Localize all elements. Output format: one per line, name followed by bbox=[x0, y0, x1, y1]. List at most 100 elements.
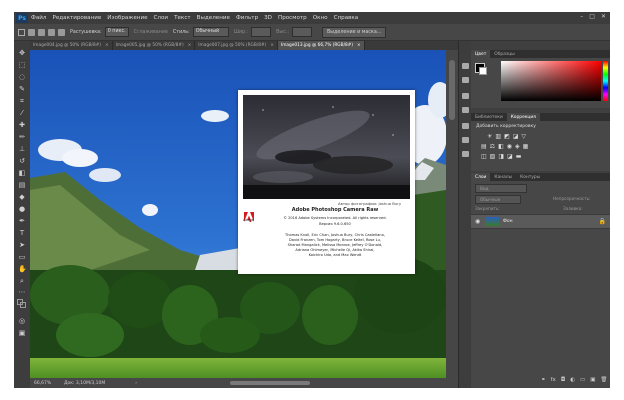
menu-help[interactable]: Справка bbox=[334, 15, 359, 21]
lasso-icon[interactable]: ◌ bbox=[18, 73, 26, 81]
feather-input[interactable]: 0 пикс. bbox=[104, 27, 129, 37]
hue-saturation-icon[interactable]: ▤ bbox=[481, 143, 487, 150]
tab-libraries[interactable]: Библиотеки bbox=[471, 113, 507, 122]
layer-style-icon[interactable]: fx bbox=[551, 377, 556, 383]
character-panel-icon[interactable] bbox=[462, 123, 469, 129]
blur-icon[interactable]: ◆ bbox=[18, 193, 26, 201]
horizontal-scrollbar[interactable] bbox=[230, 381, 310, 385]
intersect-selection-icon[interactable] bbox=[58, 28, 65, 36]
actions-panel-icon[interactable] bbox=[462, 151, 469, 157]
menu-type[interactable]: Текст bbox=[174, 15, 191, 21]
tab-layers[interactable]: Слои bbox=[471, 172, 491, 182]
tab-paths[interactable]: Контуры bbox=[516, 173, 544, 182]
vertical-scrollbar[interactable] bbox=[446, 50, 458, 378]
close-tab-icon[interactable]: × bbox=[188, 43, 192, 48]
layer-filter-kind[interactable]: Вид bbox=[475, 184, 527, 193]
paragraph-panel-icon[interactable] bbox=[462, 137, 469, 143]
camera-raw-about-dialog[interactable]: Автор фотографии: Joshua Bury Adobe Adob… bbox=[238, 90, 415, 274]
tab-channels[interactable]: Каналы bbox=[490, 173, 516, 182]
status-menu-icon[interactable]: › bbox=[135, 381, 137, 386]
hand-icon[interactable]: ✋ bbox=[18, 265, 27, 273]
healing-brush-icon[interactable]: ✚ bbox=[18, 121, 26, 129]
antialias-checkbox[interactable]: Сглаживание bbox=[134, 30, 168, 35]
new-group-icon[interactable]: ▭ bbox=[580, 377, 585, 383]
screen-mode-icon[interactable]: ▣ bbox=[18, 329, 26, 337]
dodge-icon[interactable]: ● bbox=[18, 205, 26, 213]
levels-icon[interactable]: ▥ bbox=[495, 133, 501, 140]
maximize-button[interactable]: □ bbox=[589, 13, 595, 20]
menu-layers[interactable]: Слои bbox=[154, 15, 169, 21]
curves-icon[interactable]: ◩ bbox=[504, 133, 510, 140]
path-select-icon[interactable]: ➤ bbox=[18, 241, 26, 249]
clone-stamp-icon[interactable]: ⊥ bbox=[18, 145, 26, 153]
quick-select-icon[interactable]: ✎ bbox=[18, 85, 26, 93]
posterize-icon[interactable]: ▧ bbox=[490, 153, 496, 160]
tab-image005[interactable]: Image005.jpg @ 50% (RGB/8#) × bbox=[113, 41, 196, 50]
vibrance-icon[interactable]: ▽ bbox=[521, 133, 526, 140]
add-mask-icon[interactable]: ◘ bbox=[561, 377, 565, 383]
marquee-tool-icon[interactable] bbox=[18, 28, 25, 36]
new-layer-icon[interactable]: ▣ bbox=[590, 377, 595, 383]
menu-image[interactable]: Изображение bbox=[107, 15, 147, 21]
type-icon[interactable]: T bbox=[18, 229, 26, 237]
scroll-thumb[interactable] bbox=[449, 60, 455, 120]
eyedropper-icon[interactable]: ⁄ bbox=[18, 109, 26, 117]
close-tab-icon[interactable]: × bbox=[357, 43, 361, 48]
delete-layer-icon[interactable]: 🗑 bbox=[600, 377, 607, 383]
close-tab-icon[interactable]: × bbox=[270, 43, 274, 48]
menu-filter[interactable]: Фильтр bbox=[236, 15, 258, 21]
threshold-icon[interactable]: ◨ bbox=[498, 153, 504, 160]
foreground-color-swatch[interactable] bbox=[17, 299, 23, 305]
tab-image007[interactable]: Image007.jpg @ 50% (RGB/8#) × bbox=[195, 41, 278, 50]
visibility-eye-icon[interactable]: ◉ bbox=[475, 218, 480, 225]
quick-mask-icon[interactable]: ◎ bbox=[18, 317, 26, 325]
properties-panel-icon[interactable] bbox=[462, 77, 469, 83]
layer-name[interactable]: Фон bbox=[503, 219, 513, 224]
new-selection-icon[interactable] bbox=[28, 28, 35, 36]
tab-adjustments[interactable]: Коррекция bbox=[506, 112, 540, 122]
brushes-panel-icon[interactable] bbox=[462, 107, 469, 113]
color-lookup-icon[interactable]: ▦ bbox=[523, 143, 529, 150]
zoom-icon[interactable]: ⌕ bbox=[18, 277, 26, 285]
select-and-mask-button[interactable]: Выделение и маска... bbox=[322, 26, 387, 38]
info-panel-icon[interactable] bbox=[462, 93, 469, 99]
minimize-button[interactable]: – bbox=[580, 13, 583, 20]
color-balance-icon[interactable]: ⚖ bbox=[490, 143, 495, 150]
tab-color[interactable]: Цвет bbox=[471, 49, 491, 59]
menu-window[interactable]: Окно bbox=[313, 15, 328, 21]
history-brush-icon[interactable]: ↺ bbox=[18, 157, 26, 165]
subtract-selection-icon[interactable] bbox=[48, 28, 55, 36]
black-white-icon[interactable]: ◧ bbox=[498, 143, 504, 150]
adjustment-layer-icon[interactable]: ◐ bbox=[570, 377, 575, 383]
marquee-icon[interactable]: ⬚ bbox=[18, 61, 26, 69]
link-layers-icon[interactable]: ⚭ bbox=[541, 377, 546, 383]
menu-select[interactable]: Выделение bbox=[197, 15, 230, 21]
layer-row-background[interactable]: ◉ Фон 🔒 bbox=[471, 214, 610, 229]
brush-icon[interactable]: ✏ bbox=[18, 133, 26, 141]
menu-view[interactable]: Просмотр bbox=[278, 15, 307, 21]
move-tool-icon[interactable]: ✥ bbox=[18, 49, 26, 57]
more-tools-icon[interactable]: ⋯ bbox=[18, 288, 26, 296]
width-input[interactable] bbox=[251, 27, 272, 37]
tab-swatches[interactable]: Образцы bbox=[490, 50, 518, 59]
gradient-icon[interactable]: ▤ bbox=[18, 181, 26, 189]
color-swatches[interactable] bbox=[17, 299, 26, 308]
tab-image004[interactable]: Image004.jpg @ 50% (RGB/8#) × bbox=[30, 41, 113, 50]
menu-file[interactable]: Файл bbox=[31, 15, 46, 21]
add-selection-icon[interactable] bbox=[38, 28, 45, 36]
background-color-chip[interactable] bbox=[479, 67, 487, 75]
brightness-icon[interactable]: ☀ bbox=[487, 133, 492, 140]
tab-image013[interactable]: Image013.jpg @ 66,7% (RGB/8#) × bbox=[277, 41, 365, 50]
menu-3d[interactable]: 3D bbox=[264, 15, 272, 21]
pen-icon[interactable]: ✒ bbox=[18, 217, 26, 225]
style-select[interactable]: Обычный bbox=[192, 27, 229, 37]
selective-color-icon[interactable]: ◪ bbox=[507, 153, 513, 160]
blend-mode-select[interactable]: Обычные bbox=[475, 195, 521, 204]
close-window-button[interactable]: ✕ bbox=[601, 13, 606, 20]
gradient-map-icon[interactable]: ▬ bbox=[516, 153, 522, 160]
close-tab-icon[interactable]: × bbox=[105, 43, 109, 48]
invert-icon[interactable]: ◫ bbox=[481, 153, 487, 160]
menu-edit[interactable]: Редактирование bbox=[52, 15, 101, 21]
color-picker-field[interactable] bbox=[501, 61, 601, 101]
height-input[interactable] bbox=[292, 27, 312, 37]
